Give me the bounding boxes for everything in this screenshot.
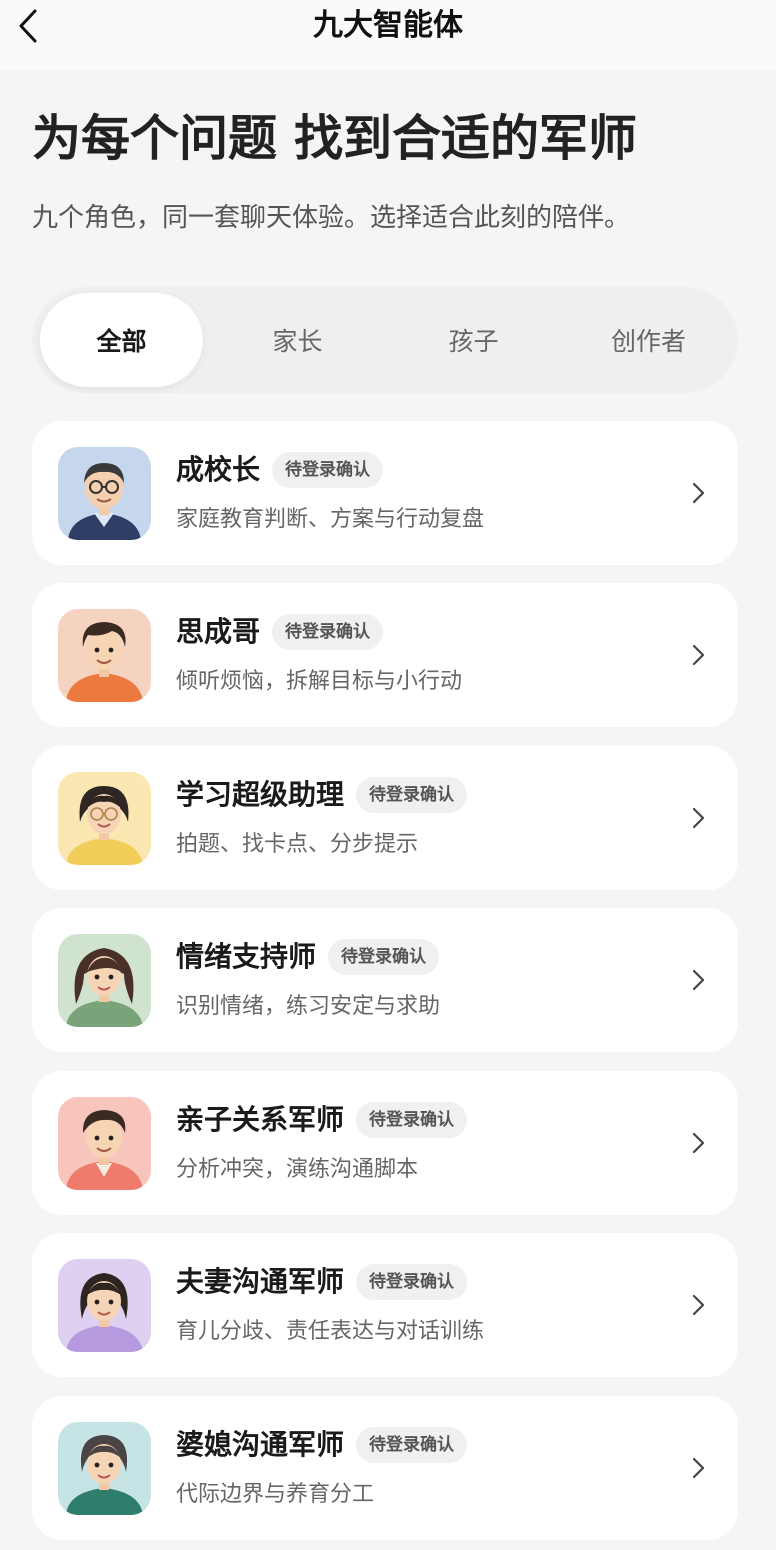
avatar <box>58 1259 151 1352</box>
agent-name: 夫妻沟通军师 <box>176 1265 345 1298</box>
page-title: 九大智能体 <box>313 8 463 43</box>
hero-title: 为每个问题 找到合适的军师 <box>32 110 638 167</box>
avatar <box>58 772 151 865</box>
avatar <box>58 1422 151 1515</box>
hero-subtitle: 九个角色，同一套聊天体验。选择适合此刻的陪伴。 <box>32 203 631 233</box>
agent-card-in-law[interactable]: 婆媳沟通军师 待登录确认 代际边界与养育分工 <box>32 1396 738 1540</box>
tab-creators[interactable]: 创作者 <box>567 293 730 387</box>
status-badge: 待登录确认 <box>356 1102 468 1138</box>
status-badge: 待登录确认 <box>328 939 440 975</box>
avatar <box>58 447 151 540</box>
agent-name: 成校长 <box>176 453 261 486</box>
tab-parents[interactable]: 家长 <box>216 293 379 387</box>
avatar <box>58 609 151 702</box>
agent-card-sicheng[interactable]: 思成哥 待登录确认 倾听烦恼，拆解目标与小行动 <box>32 583 738 727</box>
category-tabs: 全部 家长 孩子 创作者 <box>32 287 738 393</box>
tab-children[interactable]: 孩子 <box>392 293 555 387</box>
chevron-right-icon <box>692 1457 705 1479</box>
agent-description: 识别情绪，练习安定与求助 <box>176 994 441 1019</box>
agent-card-study-assistant[interactable]: 学习超级助理 待登录确认 拍题、找卡点、分步提示 <box>32 746 738 890</box>
status-badge: 待登录确认 <box>272 614 384 650</box>
agent-card-couple[interactable]: 夫妻沟通军师 待登录确认 育儿分歧、责任表达与对话训练 <box>32 1233 738 1377</box>
agent-name: 亲子关系军师 <box>176 1103 345 1136</box>
agent-description: 育儿分歧、责任表达与对话训练 <box>176 1319 485 1344</box>
avatar <box>58 934 151 1027</box>
agent-name: 情绪支持师 <box>176 940 317 973</box>
chevron-right-icon <box>692 1132 705 1154</box>
agent-description: 拍题、找卡点、分步提示 <box>176 832 419 857</box>
agent-description: 分析冲突，演练沟通脚本 <box>176 1157 419 1182</box>
chevron-right-icon <box>692 1294 705 1316</box>
agent-description: 代际边界与养育分工 <box>176 1482 375 1507</box>
agent-name: 思成哥 <box>176 615 261 648</box>
agent-card-principal[interactable]: 成校长 待登录确认 家庭教育判断、方案与行动复盘 <box>32 421 738 565</box>
chevron-right-icon <box>692 482 705 504</box>
tab-all[interactable]: 全部 <box>40 293 203 387</box>
chevron-right-icon <box>692 644 705 666</box>
avatar <box>58 1097 151 1190</box>
chevron-right-icon <box>692 807 705 829</box>
navigation-bar: 九大智能体 <box>0 0 776 70</box>
agent-card-parent-child[interactable]: 亲子关系军师 待登录确认 分析冲突，演练沟通脚本 <box>32 1071 738 1215</box>
chevron-right-icon <box>692 969 705 991</box>
agent-description: 家庭教育判断、方案与行动复盘 <box>176 507 485 532</box>
agent-name: 婆媳沟通军师 <box>176 1428 345 1461</box>
status-badge: 待登录确认 <box>356 1427 468 1463</box>
agent-description: 倾听烦恼，拆解目标与小行动 <box>176 669 463 694</box>
agent-card-emotional-support[interactable]: 情绪支持师 待登录确认 识别情绪，练习安定与求助 <box>32 908 738 1052</box>
status-badge: 待登录确认 <box>272 452 384 488</box>
status-badge: 待登录确认 <box>356 1264 468 1300</box>
status-badge: 待登录确认 <box>356 777 468 813</box>
agent-name: 学习超级助理 <box>176 778 345 811</box>
